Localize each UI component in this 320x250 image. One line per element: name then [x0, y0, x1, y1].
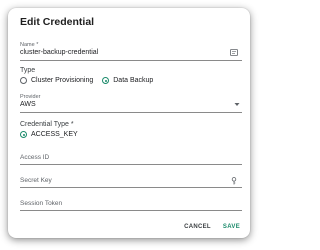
- session-token-underline: [20, 210, 242, 211]
- secret-key-field[interactable]: Secret Key: [20, 177, 52, 184]
- access-id-underline: [20, 164, 242, 165]
- name-input[interactable]: cluster-backup-credential: [20, 49, 98, 56]
- cancel-button[interactable]: CANCEL: [184, 224, 211, 230]
- key-icon[interactable]: [231, 177, 237, 187]
- name-input-underline: [20, 60, 242, 61]
- dialog-title: Edit Credential: [20, 16, 95, 28]
- provider-label: Provider: [20, 94, 41, 100]
- caret-down-icon[interactable]: [234, 102, 240, 109]
- name-field-label: Name *: [20, 42, 39, 48]
- radio-cluster-provisioning[interactable]: [20, 77, 27, 84]
- credential-type-label: Credential Type *: [20, 121, 74, 128]
- radio-data-backup[interactable]: [102, 77, 110, 84]
- access-id-field[interactable]: Access ID: [20, 154, 49, 161]
- secret-key-underline: [20, 187, 242, 188]
- credential-type-radio-group: ACCESS_KEY: [20, 131, 78, 138]
- radio-access-key-label: ACCESS_KEY: [31, 131, 78, 138]
- save-button[interactable]: SAVE: [223, 224, 240, 230]
- edit-credential-dialog: Edit Credential Name * cluster-backup-cr…: [8, 8, 250, 238]
- id-card-icon: [230, 49, 238, 58]
- type-radio-group: Cluster Provisioning Data Backup: [20, 77, 153, 84]
- provider-underline: [20, 112, 242, 113]
- radio-data-backup-label: Data Backup: [113, 77, 154, 84]
- radio-access-key[interactable]: [20, 131, 27, 138]
- radio-cluster-provisioning-label: Cluster Provisioning: [31, 77, 94, 84]
- provider-select[interactable]: AWS: [20, 101, 36, 108]
- dialog-actions: CANCEL SAVE: [184, 224, 240, 230]
- type-label: Type: [20, 67, 36, 74]
- session-token-field[interactable]: Session Token: [20, 200, 62, 207]
